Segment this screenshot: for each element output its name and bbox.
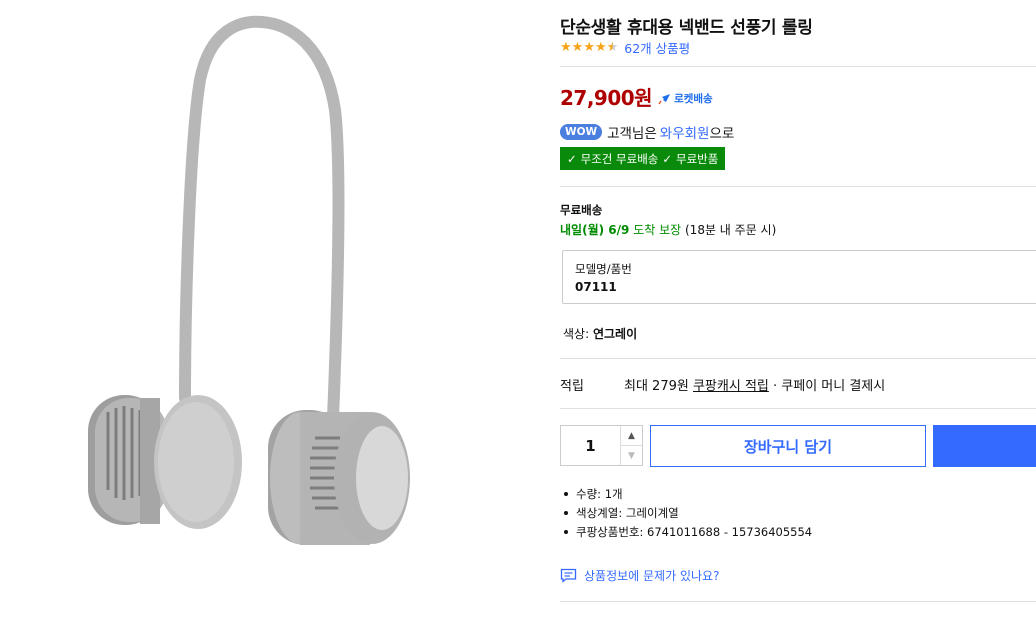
free-benefits-badge: ✓ 무조건 무료배송 ✓ 무료반품 (560, 147, 726, 170)
list-item: 쿠팡상품번호: 6741011688 - 15736405554 (560, 522, 812, 541)
points-amount: 최대 279원 (624, 379, 689, 394)
star-icon: ★ (560, 40, 572, 55)
quantity-decrease-button[interactable]: ▼ (621, 445, 642, 465)
report-issue-label: 상품정보에 문제가 있나요? (584, 569, 720, 583)
points-label: 적립 (560, 379, 584, 394)
product-info: 단순생활 휴대용 넥밴드 선풍기 롤링 ★ ★ ★ ★ ★ 62개 상품평 27… (560, 0, 1036, 623)
speech-bubble-icon (560, 568, 577, 583)
list-item: 색상계열: 그레이계열 (560, 503, 812, 522)
product-image[interactable] (0, 0, 540, 623)
product-details-list: 수량: 1개 색상계열: 그레이계열 쿠팡상품번호: 6741011688 - … (560, 484, 812, 541)
price-row: 27,900원 로켓배송 (560, 82, 713, 111)
rocket-delivery-label: 로켓배송 (674, 93, 713, 105)
divider (560, 408, 1036, 409)
wow-badge: WOW (560, 124, 603, 140)
review-count-link[interactable]: 62개 상품평 (624, 38, 690, 57)
shipping-label: 무료배송 (560, 203, 603, 217)
check-icon: ✓ (567, 151, 577, 166)
arrival-date: 내일(월) 6/9 (560, 223, 630, 237)
option-selector[interactable]: 모델명/품번 07111 (562, 250, 1036, 304)
quantity-input[interactable]: 1 (561, 426, 620, 465)
benefit-free-shipping: 무조건 무료배송 (580, 151, 659, 166)
membership-suffix: 으로 (709, 126, 735, 142)
rating-row: ★ ★ ★ ★ ★ 62개 상품평 (560, 38, 690, 57)
divider (560, 186, 1036, 187)
quantity-increase-button[interactable]: ▲ (621, 426, 642, 445)
membership-row: WOW 고객님은 와우회원으로 (560, 122, 734, 142)
add-to-cart-button[interactable]: 장바구니 담기 (650, 425, 926, 467)
rocket-icon (658, 93, 671, 104)
color-row: 색상: 연그레이 (563, 325, 637, 342)
arrival-info: 내일(월) 6/9 도착 보장 (18분 내 주문 시) (560, 221, 776, 238)
option-value: 07111 (575, 280, 617, 294)
quantity-stepper[interactable]: 1 ▲ ▼ (560, 425, 643, 466)
points-description: 최대 279원 쿠팡캐시 적립 · 쿠페이 머니 결제시 (624, 375, 885, 394)
coupang-cash-link[interactable]: 쿠팡캐시 적립 (693, 379, 769, 394)
points-row: 적립 최대 279원 쿠팡캐시 적립 · 쿠페이 머니 결제시 (560, 375, 885, 394)
divider (560, 66, 1036, 67)
membership-link[interactable]: 와우회원 (660, 126, 710, 142)
color-label: 색상: (563, 327, 590, 341)
check-icon: ✓ (662, 151, 672, 166)
star-icon: ★ (594, 40, 607, 55)
quantity-arrows: ▲ ▼ (620, 426, 642, 465)
rocket-delivery-badge: 로켓배송 (658, 91, 713, 106)
color-value: 연그레이 (592, 327, 638, 341)
neckband-fan-image (88, 15, 410, 545)
points-suffix: · 쿠페이 머니 결제시 (773, 379, 886, 394)
membership-text: 고객님은 (607, 126, 657, 142)
arrival-guarantee: 도착 보장 (633, 223, 682, 237)
list-item: 수량: 1개 (560, 484, 812, 503)
buy-now-button[interactable] (933, 425, 1036, 467)
product-title: 단순생활 휴대용 넥밴드 선풍기 롤링 (560, 18, 813, 38)
star-icon: ★ (571, 40, 584, 55)
divider (560, 358, 1036, 359)
option-label: 모델명/품번 (575, 262, 632, 276)
divider (560, 601, 1036, 602)
half-star-icon: ★ (606, 40, 619, 55)
benefit-free-return: 무료반품 (676, 151, 719, 166)
star-icon: ★ (583, 40, 595, 55)
sale-price: 27,900원 (560, 86, 653, 110)
star-rating: ★ ★ ★ ★ ★ (560, 41, 618, 54)
report-issue-link[interactable]: 상품정보에 문제가 있나요? (560, 567, 719, 584)
arrival-note: (18분 내 주문 시) (685, 223, 777, 237)
